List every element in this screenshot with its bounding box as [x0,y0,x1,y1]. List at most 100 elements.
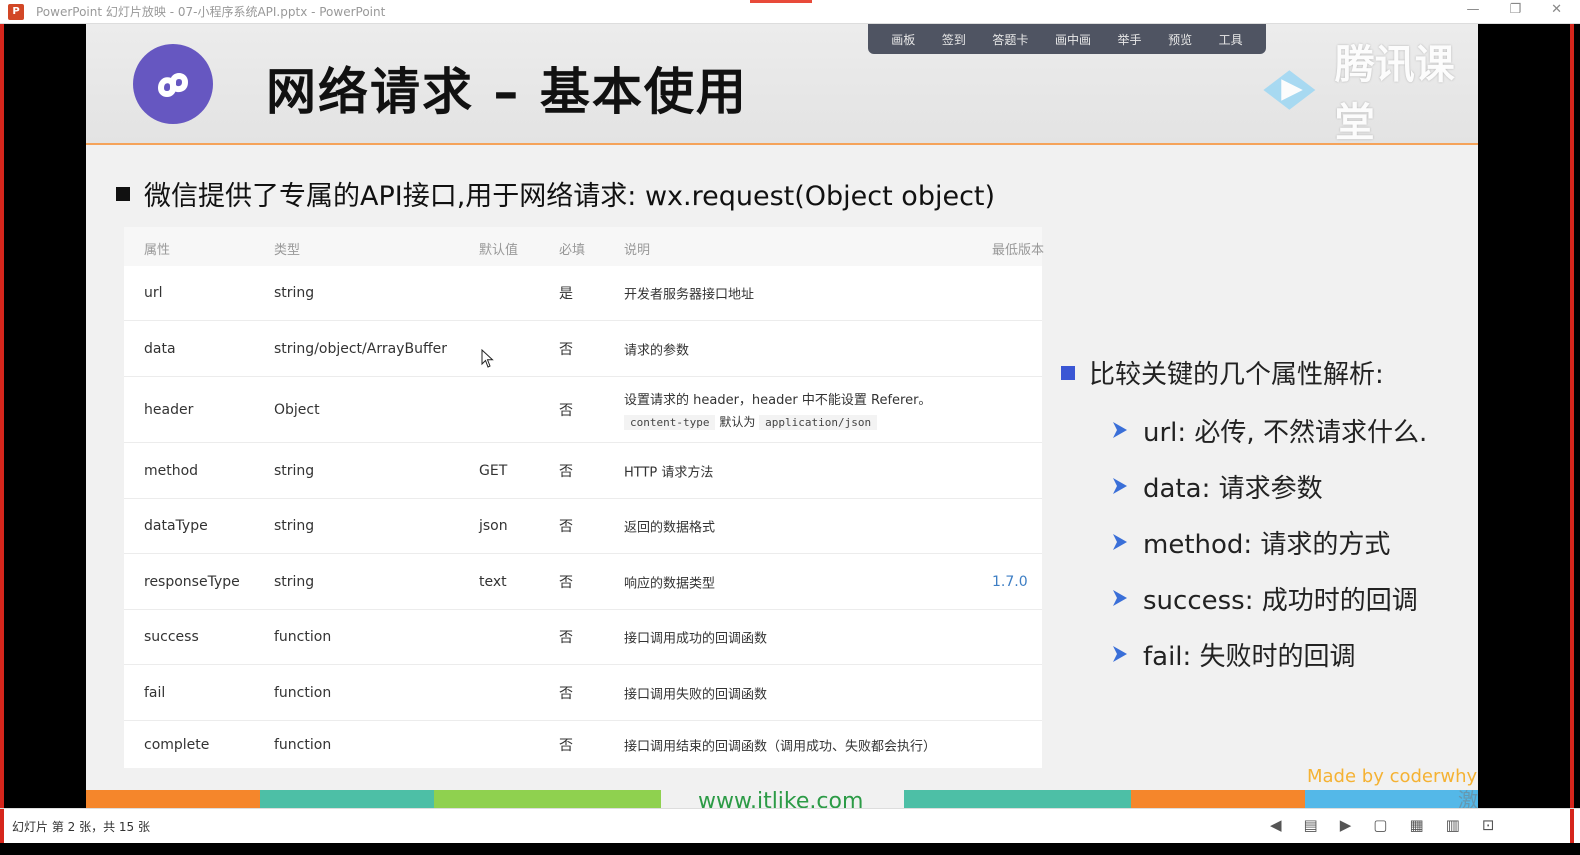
list-item: url: 必传, 不然请求什么. [1111,402,1427,458]
code-application-json: application/json [759,415,878,430]
left-frame-edge [0,24,4,808]
cell-type: Object [274,401,320,418]
cell-required: 否 [559,737,573,754]
site-url: www.itlike.com [698,789,864,808]
bullet-square-icon [116,186,130,201]
strip-segment [1305,790,1478,808]
minimize-icon[interactable]: — [1466,2,1479,17]
restore-icon[interactable]: ❐ [1509,2,1521,17]
cell-desc: 返回的数据格式 [624,520,716,536]
cell-type: string [274,573,315,590]
cell-default: json [479,518,508,534]
cell-desc: 接口调用成功的回调函数 [624,631,768,647]
list-item-text: success: 成功时的回调 [1143,585,1418,616]
status-right-edge [1570,809,1574,844]
cell-attr: complete [144,736,210,753]
class-toolbar: 画板 签到 答题卡 画中画 举手 预览 工具 [868,24,1266,54]
cell-default: GET [479,462,508,479]
reading-view-icon[interactable]: ▥ [1446,816,1460,834]
strip-segment [1131,790,1305,808]
cell-attr: success [144,629,199,645]
cell-desc-line2: content-type 默认为 application/json [624,413,878,430]
list-item: success: 成功时的回调 [1111,570,1427,626]
arrow-bullet-icon [1113,646,1127,662]
strip-segment [260,790,434,808]
toolbar-item-tools[interactable]: 工具 [1219,31,1243,48]
table-row: url string 是 开发者服务器接口地址 [124,266,1042,321]
cell-desc: 响应的数据类型 [624,576,716,591]
cell-type: string [274,518,315,534]
cell-desc: 接口调用失败的回调函数 [624,687,768,702]
powerpoint-icon: P [8,3,24,20]
toolbar-item-raise-hand[interactable]: 举手 [1118,31,1142,48]
cell-required: 是 [559,286,573,302]
cell-attr: data [144,340,176,357]
cell-type: string [274,285,315,301]
list-item: method: 请求的方式 [1111,514,1427,570]
slideshow-view-icon[interactable]: ⊡ [1482,816,1495,834]
previous-slide-icon[interactable]: ◀ [1270,816,1282,834]
notes-icon[interactable]: ▤ [1304,816,1318,834]
cell-attr: responseType [144,573,240,590]
window-titlebar: P PowerPoint 幻灯片放映 - 07-小程序系统API.pptx - … [0,0,1580,24]
cell-desc: 开发者服务器接口地址 [624,287,755,303]
header-attr: 属性 [144,243,171,258]
slide-canvas: 网络请求 – 基本使用 画板 签到 答题卡 画中画 举手 预览 工具 腾讯课堂 … [86,24,1478,808]
cell-required: 否 [559,630,573,646]
toolbar-item-picture-in-picture[interactable]: 画中画 [1055,31,1091,48]
mouse-cursor-icon [481,349,494,368]
next-slide-icon[interactable]: ▶ [1340,816,1352,834]
cell-required: 否 [559,402,573,419]
list-item: data: 请求参数 [1111,458,1427,514]
side-heading-text: 比较关键的几个属性解析: [1089,360,1384,390]
toolbar-item-check-in[interactable]: 签到 [942,31,966,48]
cell-desc: 请求的参数 [624,343,690,358]
screen-bottom-border [0,843,1580,855]
cell-version[interactable]: 1.7.0 [992,574,1028,590]
toolbar-item-answer-card[interactable]: 答题卡 [992,31,1028,48]
made-by-credit: Made by coderwhy [1307,766,1478,787]
strip-segment [434,790,661,808]
cell-type: string [274,462,315,479]
cell-attr: header [144,401,194,418]
api-params-table: 属性 类型 默认值 必填 说明 最低版本 url string 是 开发者服务器… [124,227,1045,768]
header-version: 最低版本 [992,243,1045,258]
main-bullet-text: 微信提供了专属的API接口,用于网络请求: wx.request(Object … [144,181,996,212]
slide-title: 网络请求 – 基本使用 [266,63,748,121]
cell-attr: method [144,462,199,479]
strip-segment [904,790,1131,808]
status-left-edge [0,809,4,844]
cell-required: 否 [559,685,573,702]
cell-required: 否 [559,574,573,591]
cell-desc: HTTP 请求方法 [624,465,714,480]
cell-type: string/object/ArrayBuffer [274,340,447,357]
tencent-classroom-logo-icon [1263,70,1316,110]
cell-type: function [274,629,332,645]
side-heading: 比较关键的几个属性解析: [1061,354,1384,391]
toolbar-item-drawing-board[interactable]: 画板 [891,31,915,48]
cell-required: 否 [559,519,573,535]
header-desc: 说明 [624,243,651,258]
header-default: 默认值 [479,243,519,258]
cell-desc: 接口调用结束的回调函数（调用成功、失败都会执行） [624,739,937,754]
side-list: url: 必传, 不然请求什么. data: 请求参数 method: 请求的方… [1111,402,1427,682]
slide-counter: 幻灯片 第 2 张，共 15 张 [12,820,150,834]
title-accent-line [750,0,812,3]
list-item: fail: 失败时的回调 [1111,626,1427,682]
cell-type: function [274,684,332,701]
close-icon[interactable]: ✕ [1551,2,1562,17]
table-row: complete function 否 接口调用结束的回调函数（调用成功、失败都… [124,721,1042,768]
toolbar-item-preview[interactable]: 预览 [1168,31,1192,48]
status-bar: 幻灯片 第 2 张，共 15 张 ◀ ▤ ▶ ▢ ▦ ▥ ⊡ [0,808,1580,844]
arrow-bullet-icon [1113,534,1127,550]
normal-view-icon[interactable]: ▢ [1373,816,1387,834]
right-frame [1478,24,1580,808]
strip-segment [86,790,260,808]
arrow-bullet-icon [1113,422,1127,438]
cell-attr: dataType [144,518,208,534]
list-item-text: method: 请求的方式 [1143,529,1391,560]
list-item-text: fail: 失败时的回调 [1143,641,1356,672]
table-row: method string GET 否 HTTP 请求方法 [124,443,1042,499]
slide-sorter-icon[interactable]: ▦ [1409,816,1423,834]
right-frame-edge [1570,24,1574,808]
